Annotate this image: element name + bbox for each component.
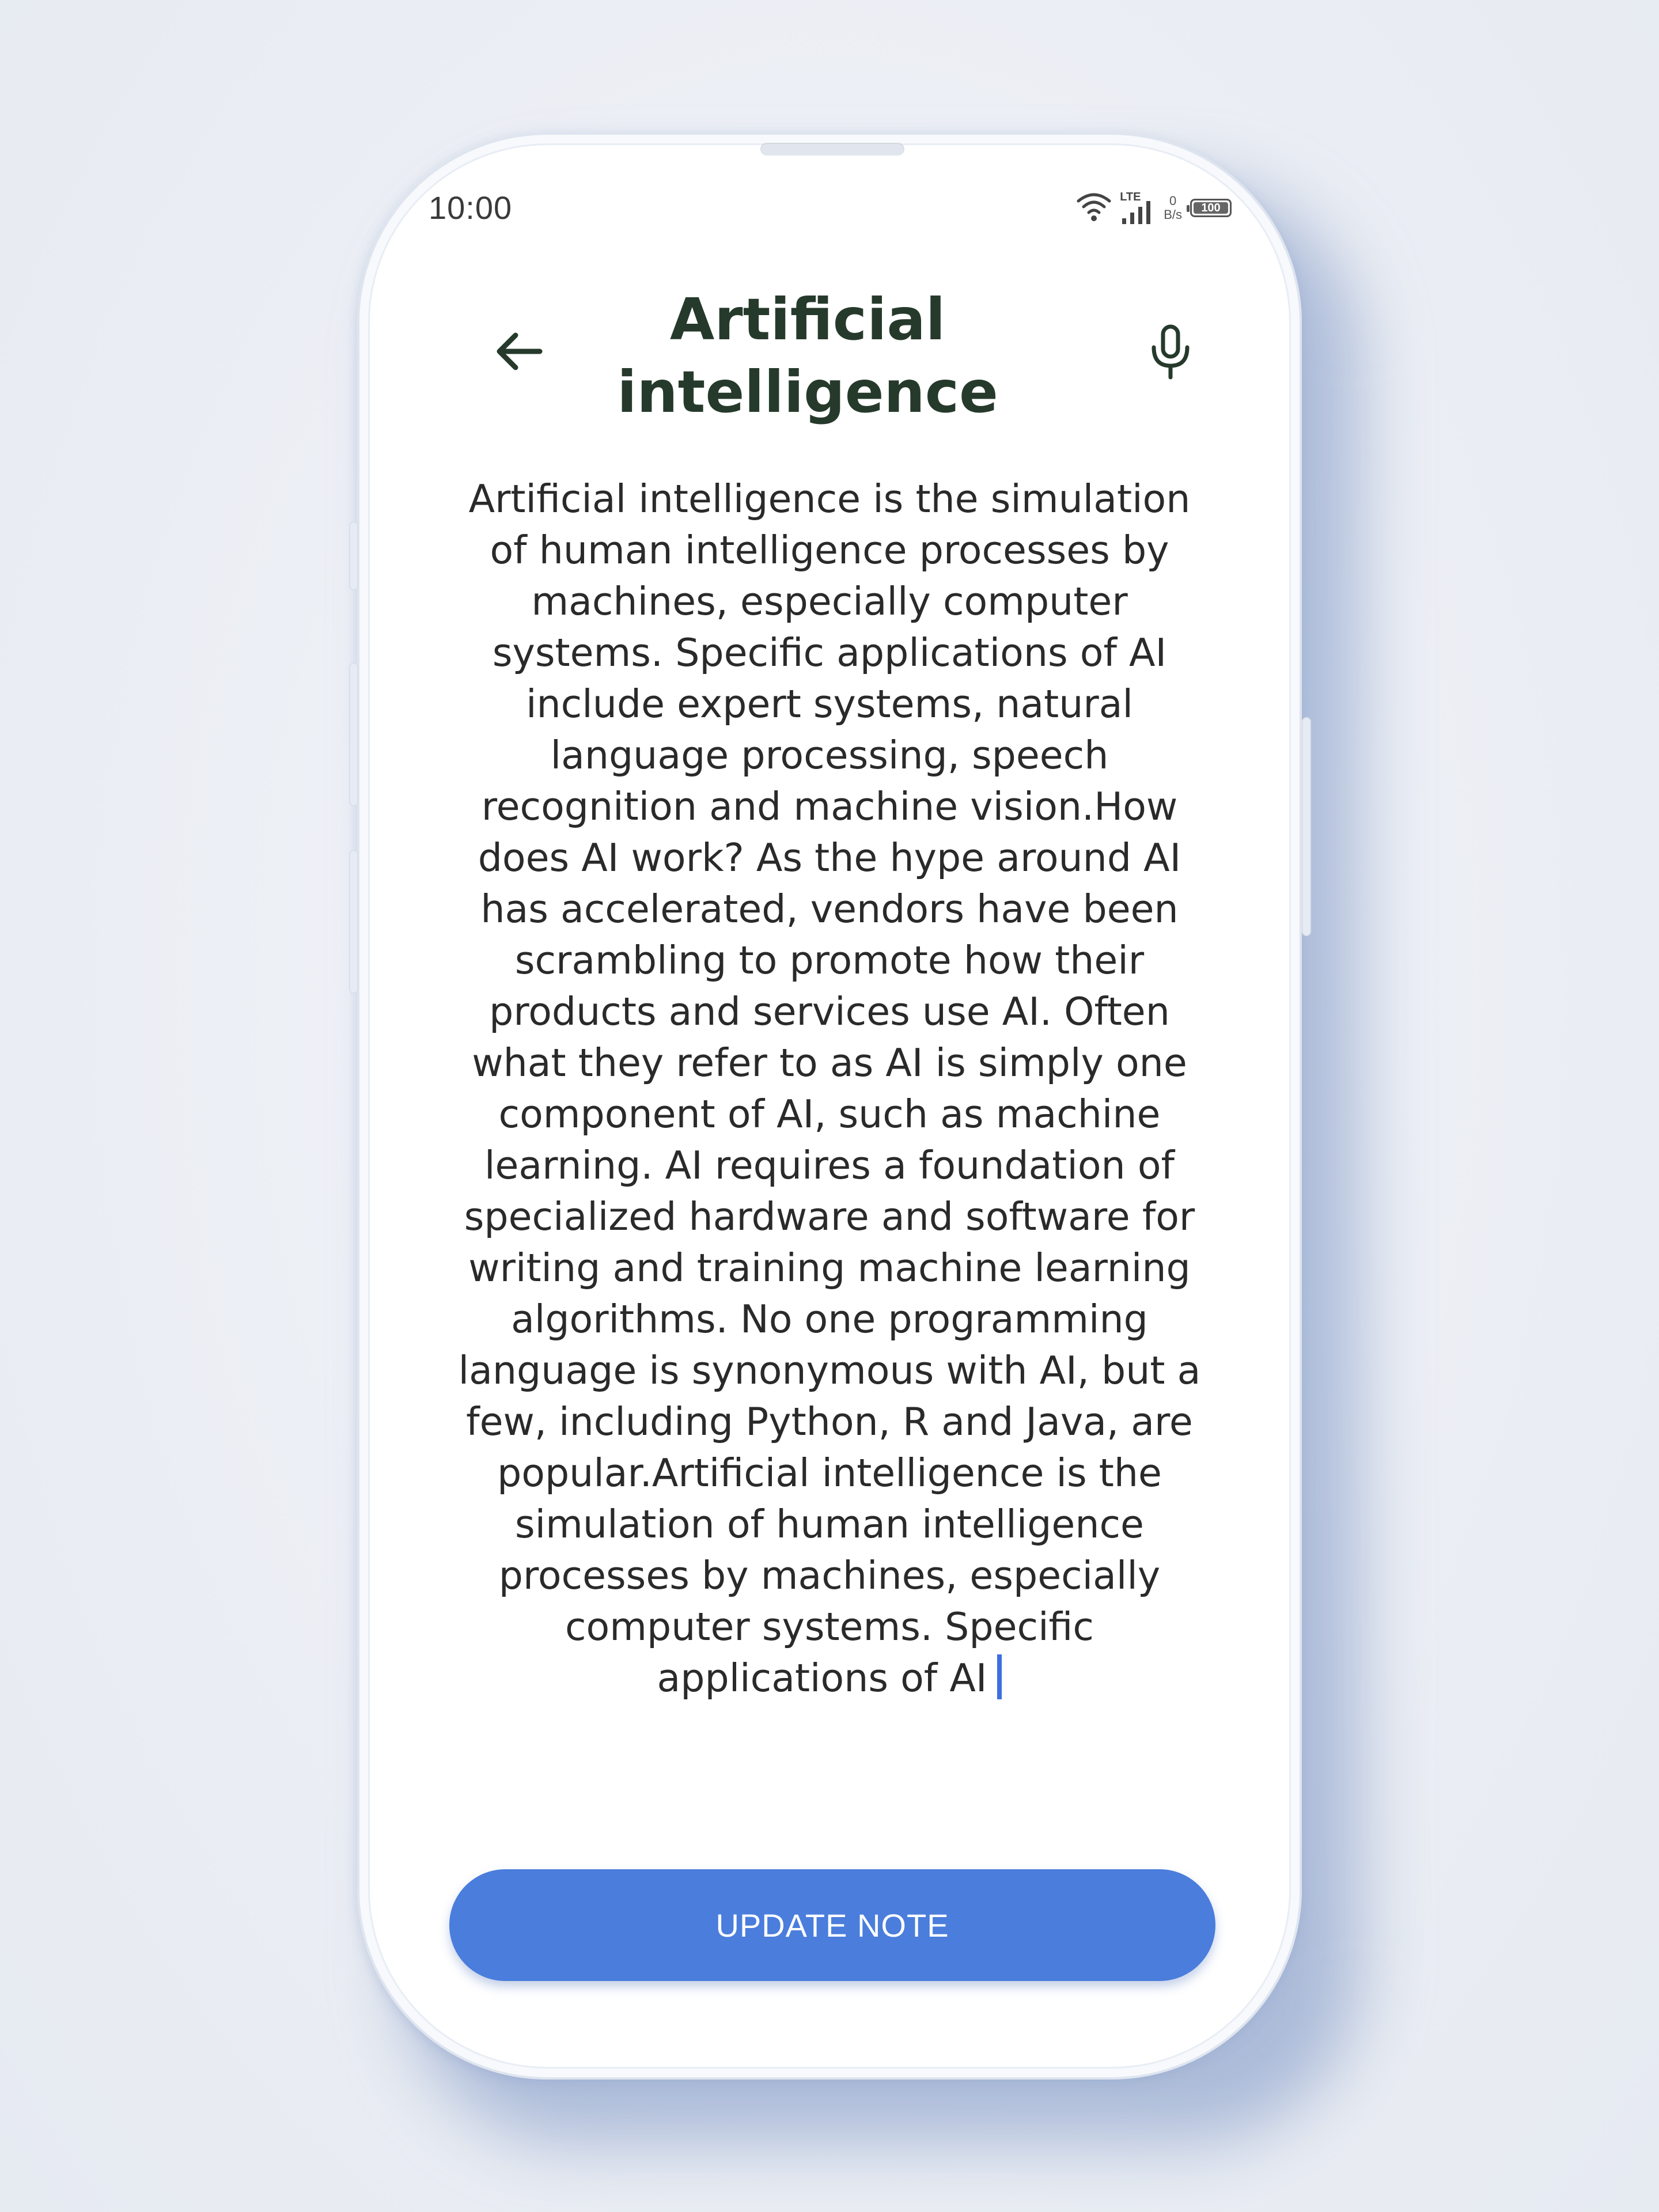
network-speed: 0 B/s [1164, 194, 1182, 222]
wifi-icon [1076, 191, 1112, 226]
status-time: 10:00 [429, 190, 513, 226]
microphone-icon [1139, 320, 1202, 386]
arrow-left-icon [488, 320, 551, 386]
note-content-field[interactable]: Artificial intelligence is the simulatio… [450, 474, 1209, 1704]
signal-icon: LTE [1120, 191, 1156, 225]
update-note-label: UPDATE NOTE [715, 1907, 949, 1944]
update-note-button[interactable]: UPDATE NOTE [449, 1869, 1215, 1981]
phone-side-button-volume-down [349, 850, 358, 994]
network-speed-unit: B/s [1164, 207, 1182, 222]
page-title: Artificial intelligence [617, 286, 998, 426]
voice-input-button[interactable] [1136, 318, 1205, 387]
network-speed-value: 0 [1169, 194, 1177, 208]
phone-side-button-mute [349, 521, 358, 590]
phone-side-button-power [1302, 717, 1311, 936]
back-button[interactable] [485, 318, 554, 387]
status-icons: LTE 0 B/s 100 [1076, 188, 1232, 228]
note-content: Artificial intelligence is the simulatio… [458, 476, 1201, 1700]
battery-icon: 100 [1187, 199, 1232, 217]
phone-side-button-volume-up [349, 662, 358, 806]
app-screen: 10:00 LTE 0 B/s 100 Artificial intellige… [370, 145, 1289, 2067]
text-cursor [997, 1654, 1002, 1699]
earpiece-speaker [760, 143, 904, 156]
battery-level: 100 [1201, 201, 1221, 214]
